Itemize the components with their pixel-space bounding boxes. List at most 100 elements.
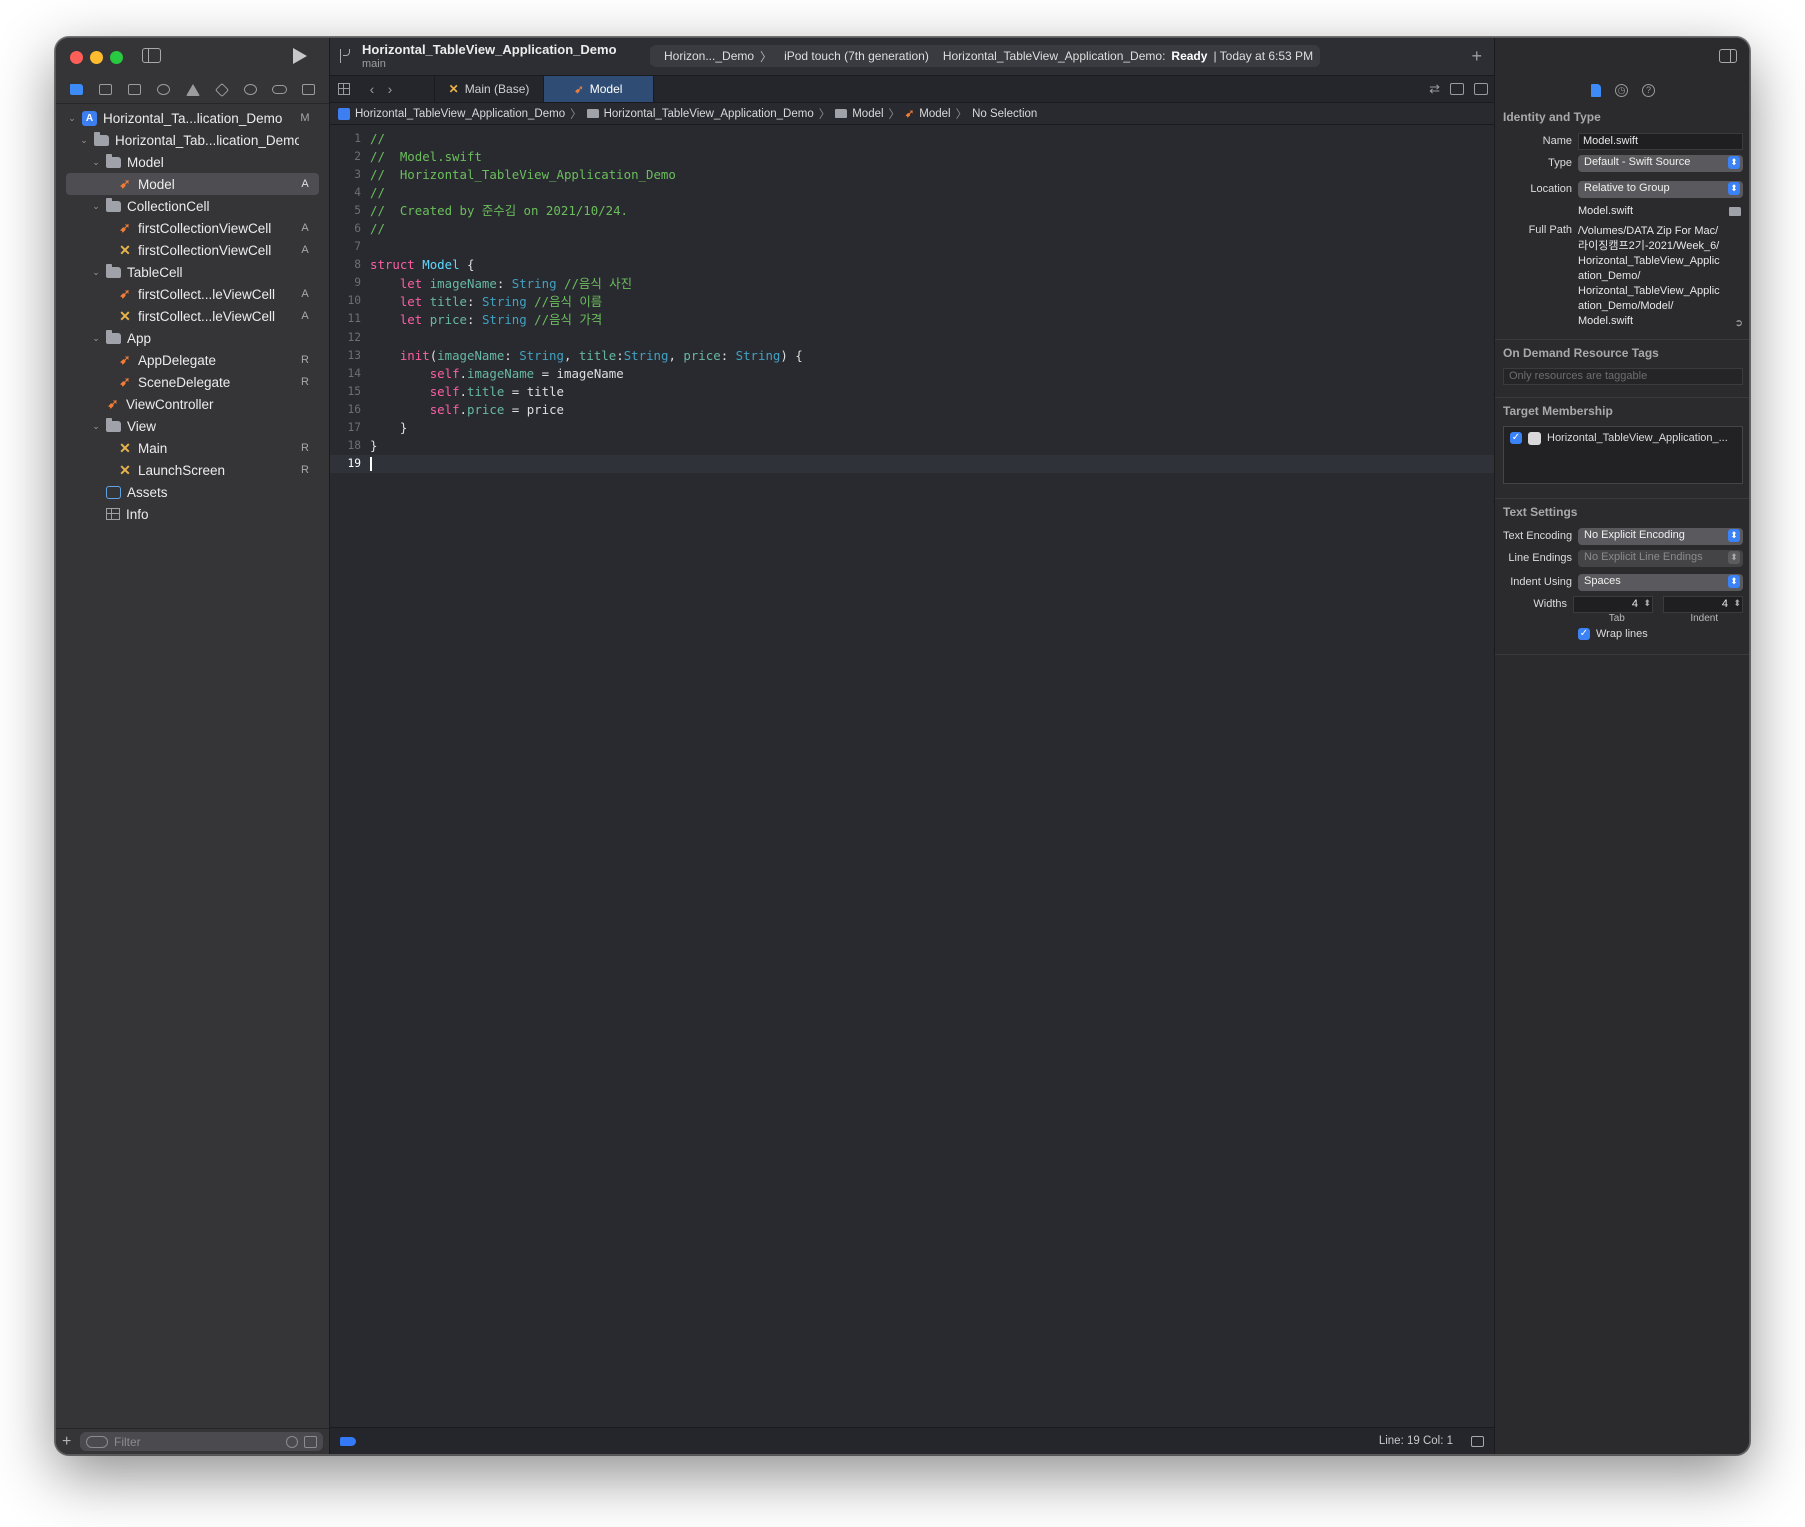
debug-area-toggle-icon[interactable] (1471, 1435, 1484, 1447)
disclosure-chevron-icon[interactable]: ⌄ (90, 333, 102, 344)
indent-popup[interactable]: Spaces (1578, 573, 1743, 591)
code-line[interactable]: 6// (330, 219, 1494, 237)
filter-placeholder[interactable]: Filter (114, 1435, 280, 1449)
code-line[interactable]: 2// Model.swift (330, 147, 1494, 165)
jump-bar-file[interactable]: Model (919, 108, 950, 120)
odr-tags-field[interactable]: Only resources are taggable (1503, 368, 1743, 385)
swap-icon[interactable]: ⇄ (1429, 81, 1440, 97)
quick-help-icon[interactable]: ? (1642, 83, 1655, 97)
jump-bar-project[interactable]: Horizontal_TableView_Application_Demo (355, 108, 565, 120)
close-window-button[interactable] (70, 51, 83, 64)
jump-bar-symbol[interactable]: No Selection (972, 108, 1037, 120)
code-line[interactable]: 11 let price: String //음식 가격 (330, 310, 1494, 328)
line-number[interactable]: 9 (330, 276, 370, 289)
code-line[interactable]: 16 self.price = price (330, 400, 1494, 418)
wrap-lines-checkbox[interactable]: ✓ (1578, 628, 1590, 640)
history-inspector-icon[interactable]: ◷ (1615, 83, 1628, 97)
code-line[interactable]: 3// Horizontal_TableView_Application_Dem… (330, 165, 1494, 183)
line-number[interactable]: 19 (330, 457, 370, 470)
code-line[interactable]: 14 self.imageName = imageName (330, 364, 1494, 382)
tree-row-folder[interactable]: ⌄ CollectionCell (66, 195, 319, 217)
tree-row-xib[interactable]: ⌄✕MainR (66, 437, 319, 459)
scheme-selector[interactable]: Horizon..._Demo (664, 49, 754, 63)
code-line[interactable]: 1// (330, 129, 1494, 147)
find-navigator-tab[interactable] (149, 79, 178, 101)
filter-options-icon[interactable] (86, 1435, 108, 1448)
line-number[interactable]: 4 (330, 186, 370, 199)
filter-field[interactable]: Filter (80, 1432, 323, 1451)
breakpoint-navigator-tab[interactable] (265, 79, 294, 101)
code-line[interactable]: 15 self.title = title (330, 382, 1494, 400)
symbol-navigator-tab[interactable] (120, 79, 149, 101)
breakpoints-toggle-icon[interactable] (340, 1436, 356, 1446)
tab-main-base[interactable]: ✕ Main (Base) (434, 76, 544, 102)
encoding-popup[interactable]: No Explicit Encoding (1578, 527, 1743, 545)
indent-width-stepper[interactable]: 4 (1663, 595, 1743, 613)
file-inspector-icon[interactable] (1591, 83, 1601, 97)
line-number[interactable]: 16 (330, 403, 370, 416)
disclosure-chevron-icon[interactable]: ⌄ (90, 201, 102, 212)
add-icon[interactable]: + (1471, 46, 1482, 67)
name-field[interactable]: Model.swift (1578, 132, 1743, 150)
line-number[interactable]: 12 (330, 331, 370, 344)
tree-row-swift[interactable]: ⌄➹AppDelegateR (66, 349, 319, 371)
code-line[interactable]: 18} (330, 437, 1494, 455)
line-number[interactable]: 1 (330, 132, 370, 145)
tree-row-swift[interactable]: ⌄➹ViewController (66, 393, 319, 415)
line-number[interactable]: 15 (330, 385, 370, 398)
run-button[interactable] (293, 48, 307, 64)
tree-row-folder[interactable]: ⌄ App (66, 327, 319, 349)
related-items-button[interactable] (330, 76, 358, 102)
branch-name[interactable]: main (362, 58, 386, 70)
target-checkbox[interactable]: ✓ (1510, 432, 1522, 444)
disclosure-chevron-icon[interactable]: ⌄ (90, 157, 102, 168)
code-line[interactable]: 5// Created by 준수김 on 2021/10/24. (330, 201, 1494, 219)
editor-options-icon[interactable] (1450, 83, 1464, 95)
tree-row-xib[interactable]: ⌄✕firstCollect...leViewCellA (66, 305, 319, 327)
disclosure-chevron-icon[interactable]: ⌄ (90, 267, 102, 278)
scm-filter-icon[interactable] (304, 1435, 317, 1448)
tab-model[interactable]: ➹ Model (544, 76, 654, 102)
jump-bar-folder[interactable]: Model (852, 108, 883, 120)
inspector-toggle-icon[interactable] (1719, 49, 1737, 63)
tree-row-xib[interactable]: ⌄✕firstCollectionViewCellA (66, 239, 319, 261)
test-navigator-tab[interactable] (207, 79, 236, 101)
tree-row-plist[interactable]: ⌄Info (66, 503, 319, 525)
type-popup[interactable]: Default - Swift Source (1578, 154, 1743, 172)
tree-row-folder[interactable]: ⌄ View (66, 415, 319, 437)
navigator-toggle-icon[interactable] (142, 48, 161, 63)
location-popup[interactable]: Relative to Group (1578, 180, 1743, 198)
add-file-icon[interactable]: + (62, 1433, 74, 1451)
choose-folder-icon[interactable] (1729, 206, 1741, 216)
tree-row-project[interactable]: ⌄ A Horizontal_Ta...lication_Demo M (66, 107, 319, 129)
code-line[interactable]: 17 } (330, 419, 1494, 437)
tree-row-folder[interactable]: ⌄ Model (66, 151, 319, 173)
tab-width-stepper[interactable]: 4 (1573, 595, 1653, 613)
tree-row-swift[interactable]: ⌄➹firstCollectionViewCellA (66, 217, 319, 239)
issue-navigator-tab[interactable] (178, 79, 207, 101)
line-number[interactable]: 2 (330, 150, 370, 163)
recent-files-icon[interactable] (286, 1435, 298, 1448)
tree-row-assets[interactable]: ⌄Assets (66, 481, 319, 503)
reveal-in-finder-icon[interactable]: ➲ (1735, 318, 1743, 329)
line-number[interactable]: 18 (330, 439, 370, 452)
zoom-window-button[interactable] (110, 51, 123, 64)
line-number[interactable]: 17 (330, 421, 370, 434)
disclosure-chevron-icon[interactable]: ⌄ (78, 135, 90, 146)
disclosure-chevron-icon[interactable]: ⌄ (90, 421, 102, 432)
code-line[interactable]: 9 let imageName: String //음식 사진 (330, 274, 1494, 292)
tree-row-swift[interactable]: ⌄➹firstCollect...leViewCellA (66, 283, 319, 305)
line-number[interactable]: 3 (330, 168, 370, 181)
report-navigator-tab[interactable] (294, 79, 323, 101)
line-number[interactable]: 14 (330, 367, 370, 380)
tree-row-folder[interactable]: ⌄ Horizontal_Tab...lication_Demo (66, 129, 319, 151)
tree-row-xib[interactable]: ⌄✕LaunchScreenR (66, 459, 319, 481)
source-editor[interactable]: 1//2// Model.swift 3// Horizontal_TableVi… (330, 125, 1494, 473)
tree-row-swift[interactable]: ⌄➹ModelA (66, 173, 319, 195)
line-number[interactable]: 11 (330, 312, 370, 325)
code-line[interactable]: 13 init(imageName: String, title:String,… (330, 346, 1494, 364)
forward-button[interactable]: › (376, 76, 404, 102)
line-number[interactable]: 7 (330, 240, 370, 253)
destination-selector[interactable]: iPod touch (7th generation) (784, 49, 929, 63)
code-line[interactable]: 19 (330, 454, 1494, 473)
